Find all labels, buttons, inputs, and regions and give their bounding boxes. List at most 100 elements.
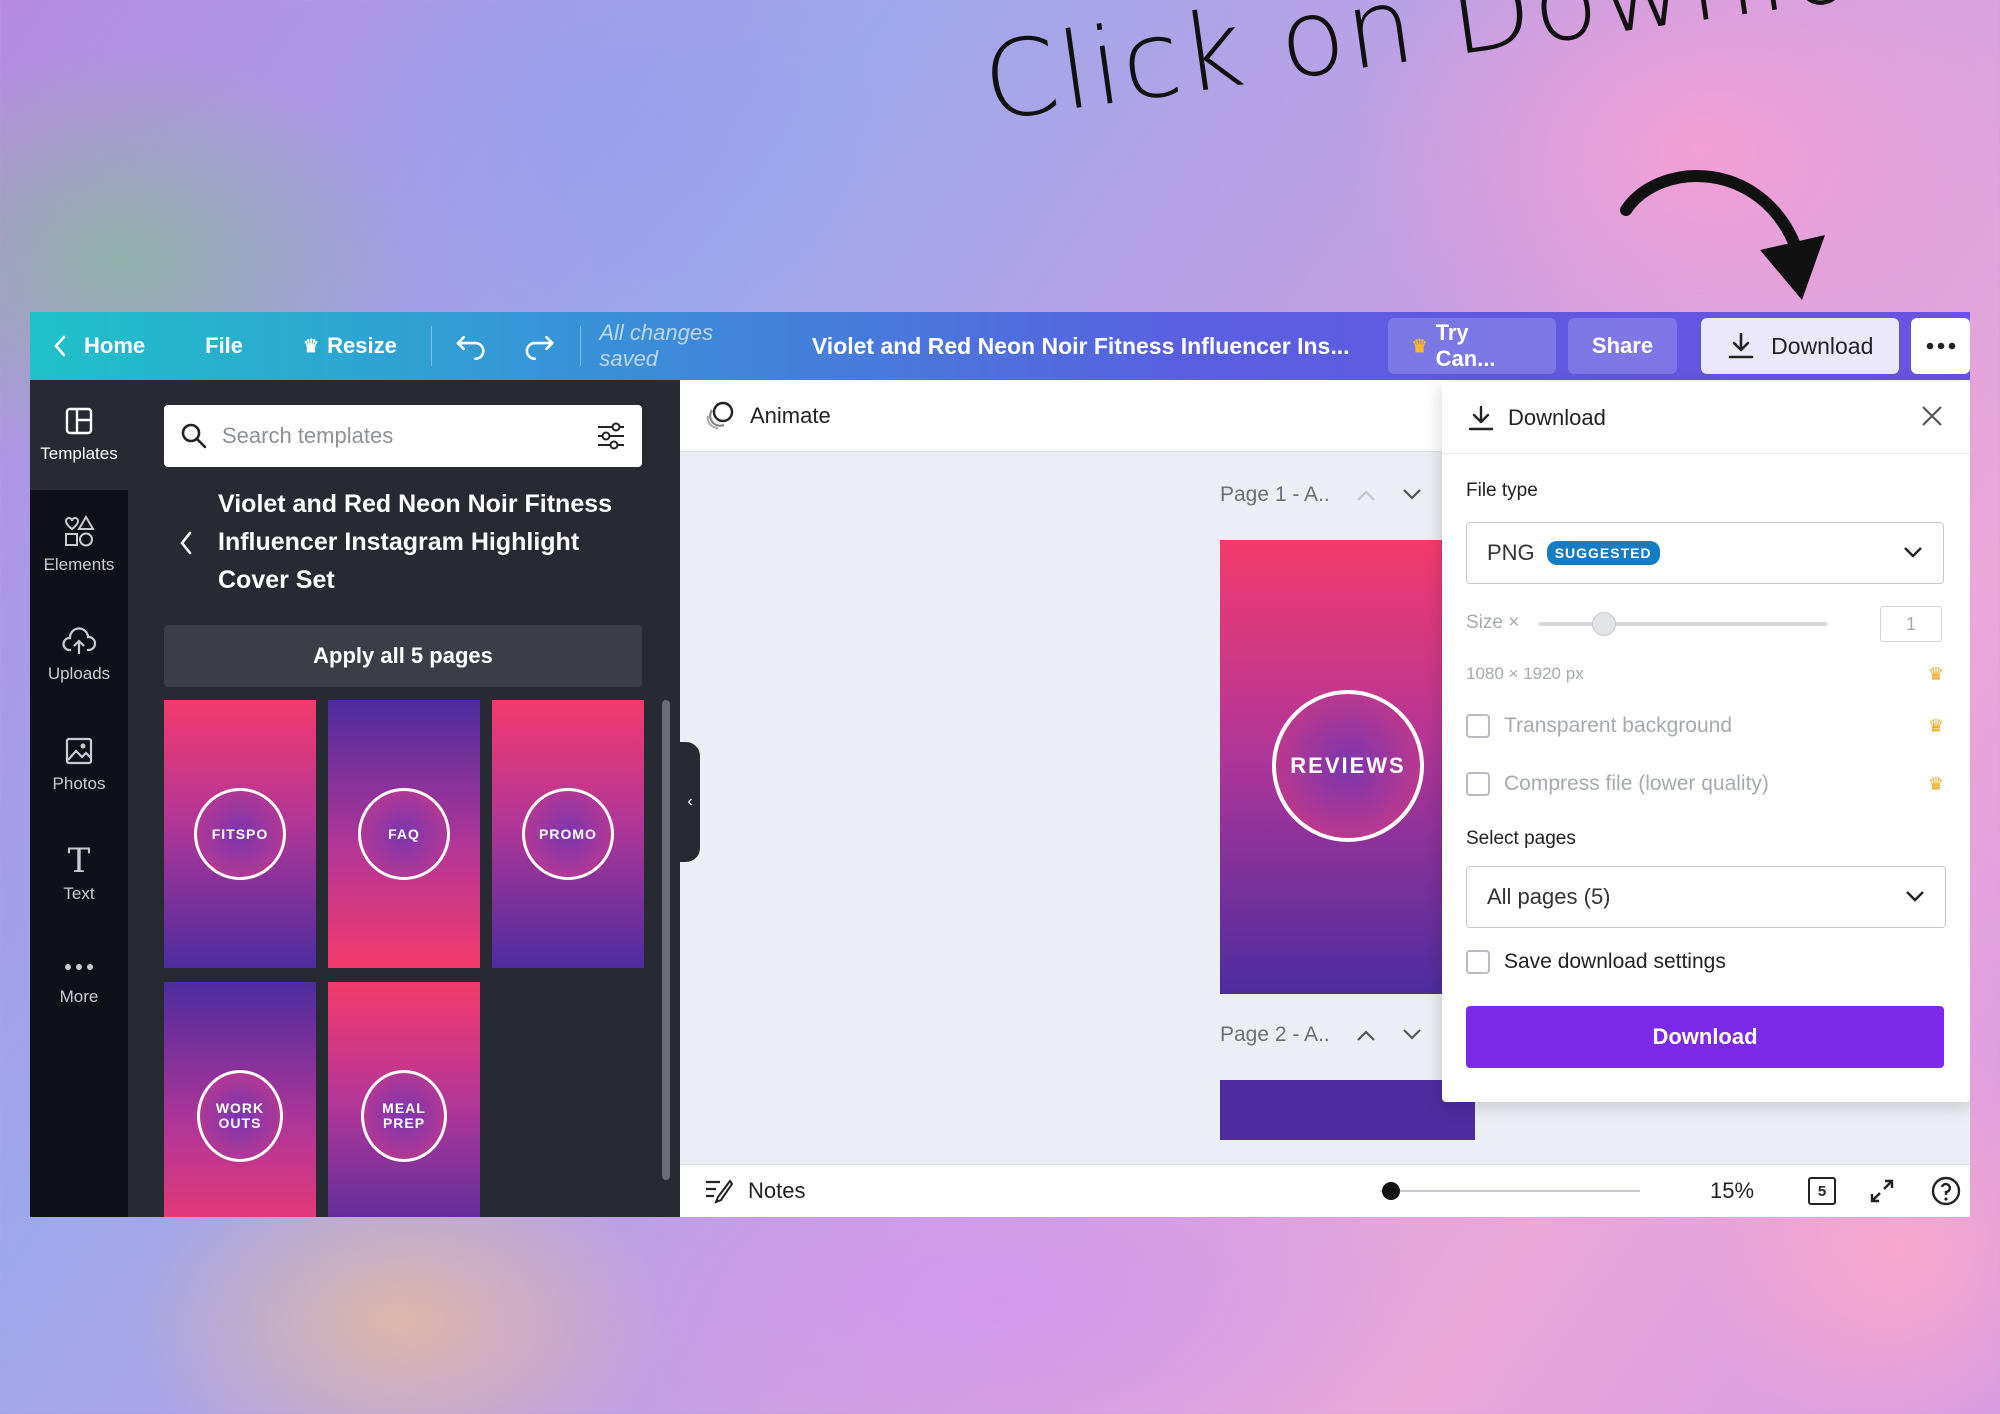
- size-slider[interactable]: [1538, 622, 1828, 626]
- file-label: File: [205, 333, 244, 358]
- home-label: Home: [84, 333, 146, 358]
- design-page-1[interactable]: REVIEWS: [1220, 540, 1475, 994]
- rail-item-elements[interactable]: Elements: [30, 490, 128, 600]
- rail-label: Photos: [52, 774, 106, 793]
- back-chevron-icon[interactable]: [178, 530, 194, 556]
- file-type-select[interactable]: PNG SUGGESTED: [1466, 522, 1944, 584]
- thumb-label: FITSPO: [194, 788, 286, 880]
- size-slider-knob[interactable]: [1592, 612, 1616, 636]
- search-input[interactable]: Search templates: [164, 405, 642, 467]
- filter-icon[interactable]: [596, 422, 626, 450]
- compress-label: Compress file (lower quality): [1504, 772, 1769, 795]
- chevron-up-icon[interactable]: [1356, 488, 1376, 502]
- divider: [580, 326, 582, 366]
- rail-item-more[interactable]: More: [30, 930, 128, 1040]
- page-2-label[interactable]: Page 2 - A..: [1220, 1023, 1330, 1047]
- notes-icon: [706, 1179, 734, 1204]
- compress-file-option[interactable]: Compress file (lower quality): [1466, 772, 1769, 796]
- chevron-down-icon[interactable]: [1402, 488, 1422, 502]
- download-icon: [1468, 405, 1494, 430]
- crown-icon: ♛: [1927, 664, 1944, 684]
- zoom-value[interactable]: 15%: [1710, 1178, 1754, 1204]
- template-thumb[interactable]: WORK OUTS: [164, 982, 316, 1217]
- page-2-header: Page 2 - A..: [1220, 1023, 1422, 1047]
- transparent-checkbox[interactable]: [1466, 714, 1490, 738]
- transparent-background-option[interactable]: Transparent background: [1466, 714, 1732, 738]
- suggested-badge: SUGGESTED: [1546, 541, 1660, 565]
- animate-icon: [706, 401, 734, 429]
- template-thumb[interactable]: PROMO: [492, 700, 644, 968]
- document-title[interactable]: Violet and Red Neon Noir Fitness Influen…: [812, 312, 1350, 380]
- rail-item-photos[interactable]: Photos: [30, 710, 128, 820]
- save-settings-checkbox[interactable]: [1466, 950, 1490, 974]
- select-pages-dropdown[interactable]: All pages (5): [1466, 866, 1946, 928]
- chevron-left-icon: ‹: [687, 793, 693, 810]
- resize-label: Resize: [327, 333, 397, 358]
- chevron-up-icon[interactable]: [1356, 1028, 1376, 1042]
- text-icon: T: [67, 841, 91, 881]
- templates-icon: [65, 407, 93, 435]
- more-options-button[interactable]: [1911, 318, 1970, 374]
- try-canva-pro-button[interactable]: ♛ Try Can...: [1387, 318, 1556, 374]
- select-pages-label: Select pages: [1466, 828, 1576, 849]
- chevron-down-icon[interactable]: [1402, 1028, 1422, 1042]
- page-count-button[interactable]: 5: [1808, 1177, 1836, 1205]
- template-thumb[interactable]: MEAL PREP: [328, 982, 480, 1217]
- download-label: Download: [1771, 332, 1874, 359]
- redo-icon[interactable]: [523, 331, 556, 361]
- rail-item-text[interactable]: T Text: [30, 820, 128, 930]
- zoom-slider-knob[interactable]: [1382, 1182, 1400, 1200]
- compress-checkbox[interactable]: [1466, 772, 1490, 796]
- apply-all-pages-button[interactable]: Apply all 5 pages: [164, 625, 642, 687]
- ellipsis-icon: [1926, 342, 1956, 350]
- share-button[interactable]: Share: [1567, 318, 1678, 374]
- try-label: Try Can...: [1435, 320, 1496, 371]
- divider: [430, 326, 432, 366]
- photos-icon: [65, 737, 93, 765]
- curved-arrow-icon: [1620, 170, 1825, 300]
- page-1-header: Page 1 - A..: [1220, 483, 1422, 507]
- crown-icon: ♛: [1927, 774, 1944, 794]
- file-menu[interactable]: File: [205, 312, 243, 380]
- rail-label: Elements: [43, 555, 115, 574]
- search-placeholder: Search templates: [222, 423, 394, 448]
- close-icon[interactable]: [1920, 404, 1944, 428]
- bottom-bar: Notes 15% 5: [680, 1164, 1970, 1217]
- collapse-panel-tab[interactable]: ‹: [680, 742, 700, 862]
- rail-label: Uploads: [47, 664, 111, 683]
- transparent-label: Transparent background: [1504, 714, 1733, 737]
- size-label: Size ×: [1466, 612, 1520, 633]
- panel-scrollbar[interactable]: [662, 700, 670, 1180]
- template-thumb[interactable]: FAQ: [328, 700, 480, 968]
- template-thumb[interactable]: FITSPO: [164, 700, 316, 968]
- pages-value: All pages (5): [1487, 884, 1611, 909]
- chevron-down-icon: [1904, 547, 1922, 558]
- rail-label: Templates: [40, 444, 118, 463]
- help-icon[interactable]: [1930, 1175, 1962, 1207]
- templates-panel: Search templates Violet and Red Neon Noi…: [128, 380, 680, 1217]
- download-submit-button[interactable]: Download: [1466, 1006, 1944, 1068]
- notes-button[interactable]: Notes: [748, 1178, 805, 1204]
- download-panel: Download File type PNG SUGGESTED Size × …: [1442, 382, 1970, 1102]
- home-button[interactable]: Home: [52, 312, 145, 380]
- crown-icon: ♛: [1927, 716, 1944, 736]
- zoom-slider[interactable]: [1380, 1190, 1640, 1192]
- top-bar: Home File ♛ Resize All changes saved Vio…: [30, 312, 1970, 380]
- download-icon: [1728, 332, 1754, 359]
- rail-item-uploads[interactable]: Uploads: [30, 600, 128, 710]
- size-input[interactable]: 1: [1880, 606, 1942, 642]
- page-1-label[interactable]: Page 1 - A..: [1220, 483, 1330, 507]
- undo-icon[interactable]: [454, 331, 487, 361]
- resize-button[interactable]: ♛ Resize: [303, 312, 397, 380]
- design-page-2[interactable]: [1220, 1080, 1475, 1140]
- rail-item-templates[interactable]: Templates: [30, 380, 128, 490]
- chevron-down-icon: [1906, 891, 1924, 902]
- thumb-label: FAQ: [358, 788, 450, 880]
- download-button[interactable]: Download: [1701, 318, 1900, 374]
- left-rail: Templates Elements Uploads Photos T Text…: [30, 380, 128, 1217]
- dimensions-text: 1080 × 1920 px: [1466, 664, 1584, 683]
- save-settings-option[interactable]: Save download settings: [1466, 950, 1726, 974]
- save-settings-label: Save download settings: [1504, 950, 1726, 973]
- fullscreen-icon[interactable]: [1868, 1177, 1896, 1205]
- download-panel-title: Download: [1508, 404, 1606, 430]
